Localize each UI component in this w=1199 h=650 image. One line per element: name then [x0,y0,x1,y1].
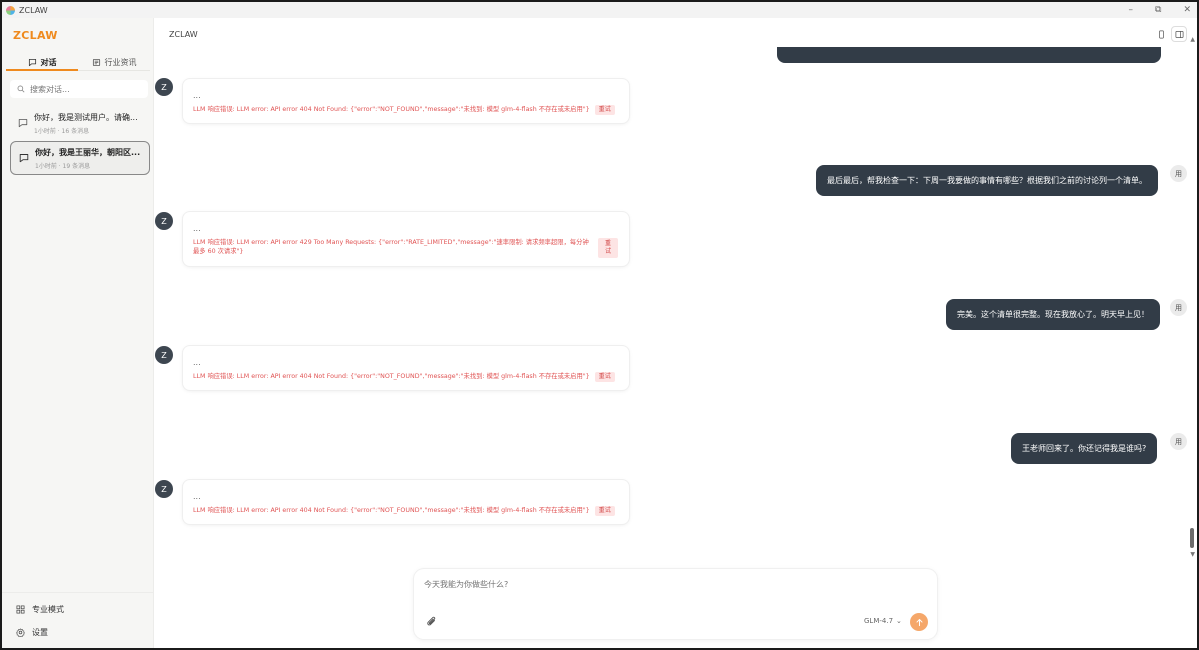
message-placeholder: ... [193,91,201,100]
message-composer: GLM-4.7 ⌄ [414,569,937,639]
chat-panel: ZCLAW ▲ ▼ Z ... LLM 响应错误: LLM error: API… [155,18,1197,648]
scrollbar[interactable] [1188,34,1196,560]
sidebar-tabs: 对话 行业资讯 [6,55,150,71]
conversation-title: 你好，我是王丽华，朝阳区... [35,148,141,157]
conversation-title: 你好，我是测试用户。请确... [34,113,138,122]
maximize-button[interactable]: ⧉ [1155,5,1161,15]
conversation-meta: 1小时前 · 19 条消息 [35,163,91,170]
message-placeholder: ... [193,492,201,501]
message-placeholder: ... [193,224,201,233]
title-bar: ZCLAW – ⧉ ✕ [2,2,1197,18]
news-icon [92,58,100,67]
message-input[interactable] [424,579,914,601]
assistant-avatar: Z [155,78,173,96]
sidebar-footer: 专业模式 设置 [2,592,154,648]
user-avatar: 用 [1170,165,1187,182]
error-row: LLM 响应错误: LLM error: API error 404 Not F… [193,105,619,115]
user-message-bubble: 最后最后，帮我检查一下：下周一我要做的事情有哪些？根据我们之前的讨论列一个清单。 [816,165,1158,196]
tab-news-label: 行业资讯 [104,58,137,67]
send-button[interactable] [910,613,928,631]
search-box [10,80,148,98]
retry-button[interactable]: 重试 [598,238,618,258]
page-title: ZCLAW [169,30,198,39]
conversation-item-selected[interactable]: 你好，我是王丽华，朝阳区... 1小时前 · 19 条消息 [10,141,150,175]
chevron-down-icon: ⌄ [896,617,902,625]
retry-button[interactable]: 重试 [594,105,615,115]
retry-button[interactable]: 重试 [594,372,615,382]
close-button[interactable]: ✕ [1183,5,1191,15]
user-avatar: 用 [1170,299,1187,316]
settings-button[interactable]: 设置 [16,627,48,638]
tab-chat[interactable]: 对话 [6,55,78,71]
error-row: LLM 响应错误: LLM error: API error 429 Too M… [193,238,619,258]
gear-icon [16,628,25,637]
window-controls: – ⧉ ✕ [1129,2,1191,18]
scroll-up-arrow[interactable]: ▲ [1190,36,1195,43]
user-message-bubble [777,47,1161,63]
error-message: LLM 响应错误: LLM error: API error 404 Not F… [193,507,590,514]
brand-logo: ZCLAW [13,29,58,42]
user-message-bubble: 完美。这个清单很完整。现在我放心了。明天早上见！ [946,299,1160,330]
pro-mode-label: 专业模式 [32,605,64,614]
model-selector[interactable]: GLM-4.7 ⌄ [864,617,902,625]
assistant-avatar: Z [155,346,173,364]
user-message-bubble: 王老师回来了。你还记得我是谁吗? [1011,433,1158,464]
conversation-meta: 1小时前 · 16 条消息 [34,128,90,135]
user-avatar: 用 [1170,433,1187,450]
error-row: LLM 响应错误: LLM error: API error 404 Not F… [193,372,619,382]
phone-icon [1158,30,1164,38]
assistant-message: ... LLM 响应错误: LLM error: API error 404 N… [183,346,629,390]
panel-icon [1175,30,1183,38]
tab-chat-label: 对话 [40,58,57,67]
settings-label: 设置 [32,628,48,637]
pro-mode-button[interactable]: 专业模式 [16,604,64,615]
assistant-avatar: Z [155,480,173,498]
paperclip-icon[interactable] [426,616,438,628]
scrollbar-thumb[interactable] [1190,528,1194,548]
top-toolbar [1153,26,1187,42]
chat-icon [28,58,36,67]
phone-view-button[interactable] [1153,26,1169,42]
conversation-item[interactable]: 你好，我是测试用户。请确... 1小时前 · 16 条消息 [10,107,150,141]
minimize-button[interactable]: – [1129,5,1134,15]
error-message: LLM 响应错误: LLM error: API error 404 Not F… [193,106,590,113]
arrow-up-icon [915,618,923,626]
assistant-message: ... LLM 响应错误: LLM error: API error 404 N… [183,79,629,123]
window-title: ZCLAW [19,5,48,15]
scroll-down-arrow[interactable]: ▼ [1190,551,1195,558]
toggle-panel-button[interactable] [1171,26,1187,42]
app-window: ZCLAW – ⧉ ✕ ZCLAW 对话 行业资讯 你好，我是测试用户。请确..… [0,0,1199,650]
retry-button[interactable]: 重试 [594,506,615,516]
chat-icon [19,154,29,163]
assistant-message: ... LLM 响应错误: LLM error: API error 429 T… [183,212,629,266]
search-input[interactable] [30,84,140,94]
assistant-message: ... LLM 响应错误: LLM error: API error 404 N… [183,480,629,524]
search-icon [17,85,25,93]
app-logo-icon [6,5,15,15]
assistant-avatar: Z [155,212,173,230]
message-placeholder: ... [193,358,201,367]
chat-icon [18,119,28,128]
model-name: GLM-4.7 [864,617,894,625]
error-row: LLM 响应错误: LLM error: API error 404 Not F… [193,506,619,516]
tab-news[interactable]: 行业资讯 [78,55,150,70]
grid-icon [16,605,25,614]
error-message: LLM 响应错误: LLM error: API error 404 Not F… [193,373,590,380]
sidebar: ZCLAW 对话 行业资讯 你好，我是测试用户。请确... 1小时前 · 16 … [2,18,154,648]
error-message: LLM 响应错误: LLM error: API error 429 Too M… [193,239,589,255]
